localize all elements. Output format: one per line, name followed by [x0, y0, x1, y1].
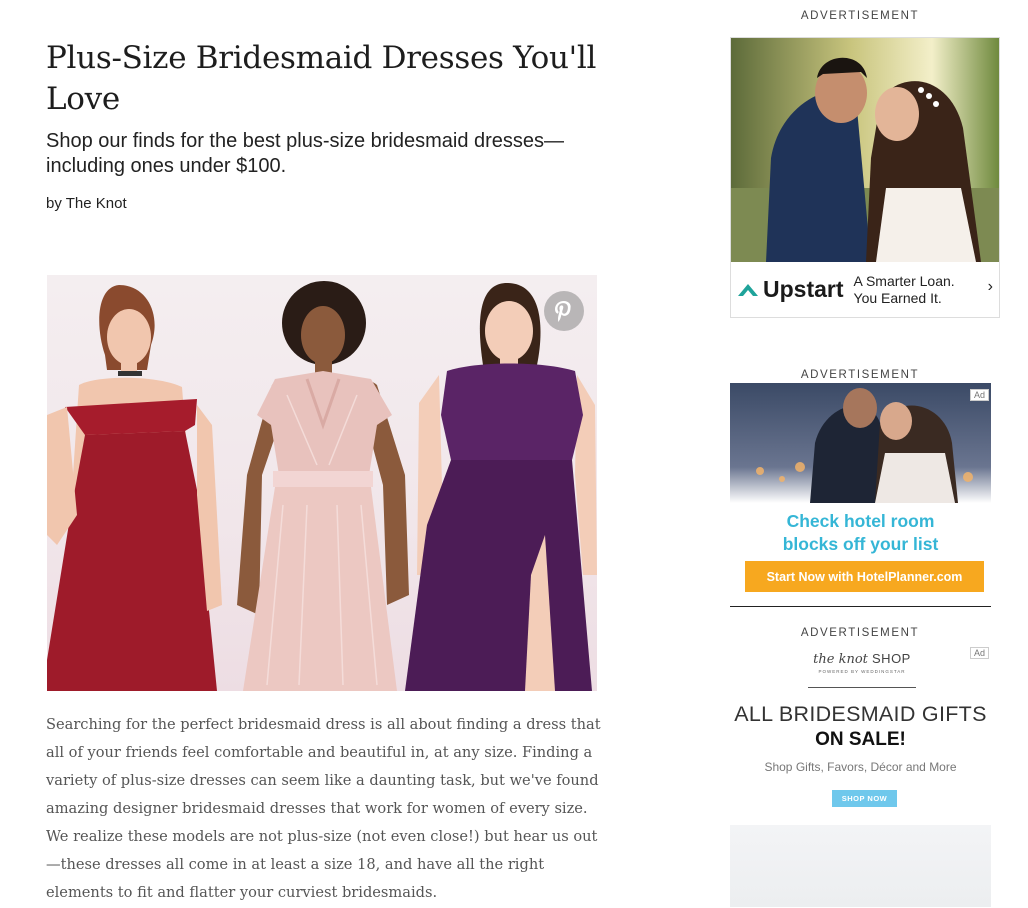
knotshop-description: Shop Gifts, Favors, Décor and More: [764, 760, 957, 774]
ad-label: ADVERTISEMENT: [800, 10, 920, 22]
hero-image: [47, 275, 597, 691]
pinterest-icon: [555, 301, 571, 322]
ad-label: ADVERTISEMENT: [800, 369, 920, 381]
article-title: Plus-Size Bridesmaid Dresses You'll Love: [46, 40, 597, 117]
knotshop-headline: ALL BRIDESMAID GIFTS: [734, 702, 987, 726]
upstart-bar[interactable]: Upstart A Smarter Loan. You Earned It. ›: [731, 262, 999, 317]
byline: by The Knot: [46, 195, 127, 212]
hotelplanner-headline: Check hotel room blocks off your list: [730, 510, 991, 556]
upstart-mark-icon: [738, 283, 758, 296]
hotelplanner-cta-button[interactable]: Start Now with HotelPlanner.com: [745, 561, 984, 592]
ad-badge[interactable]: Ad: [969, 385, 989, 403]
chevron-right-icon[interactable]: ›: [988, 278, 993, 296]
knotshop-subheadline: ON SALE!: [815, 729, 906, 750]
upstart-ad[interactable]: Upstart A Smarter Loan. You Earned It. ›: [730, 37, 1000, 318]
upstart-logo: Upstart: [737, 276, 844, 303]
divider: [730, 606, 991, 607]
knotshop-logo-text: the knot SHOP: [813, 651, 911, 667]
ad-badge[interactable]: Ad: [969, 643, 989, 661]
upstart-tagline-2: You Earned It.: [853, 289, 942, 306]
knotshop-logo-sub: POWERED BY WEDDINGSTAR: [818, 669, 906, 674]
upstart-brand: Upstart: [763, 276, 844, 302]
ad-label: ADVERTISEMENT: [800, 627, 920, 639]
hotelplanner-ad[interactable]: Ad Check hotel room blocks off your list…: [730, 383, 991, 607]
hotelplanner-headline-2: blocks off your list: [782, 534, 939, 554]
ad-couple-photo: [731, 38, 999, 262]
hotelplanner-headline-1: Check hotel room: [786, 511, 935, 531]
upstart-tagline-1: A Smarter Loan.: [853, 272, 955, 289]
shop-now-button[interactable]: SHOP NOW: [832, 790, 897, 807]
ad-couple-night-photo: [730, 383, 991, 503]
model-blush-dress: [237, 281, 409, 691]
ad-image-placeholder: [730, 825, 991, 907]
article-subtitle: Shop our finds for the best plus-size br…: [46, 130, 565, 177]
knotshop-logo: the knot SHOP POWERED BY WEDDINGSTAR: [808, 651, 916, 688]
pinterest-save-button[interactable]: [544, 291, 584, 331]
knotshop-ad[interactable]: Ad the knot SHOP POWERED BY WEDDINGSTAR …: [730, 645, 991, 907]
article-body: Searching for the perfect bridesmaid dre…: [46, 716, 601, 901]
model-purple-dress: [405, 283, 597, 691]
model-red-dress: [47, 285, 222, 691]
upstart-tagline: A Smarter Loan. You Earned It.: [854, 273, 955, 307]
